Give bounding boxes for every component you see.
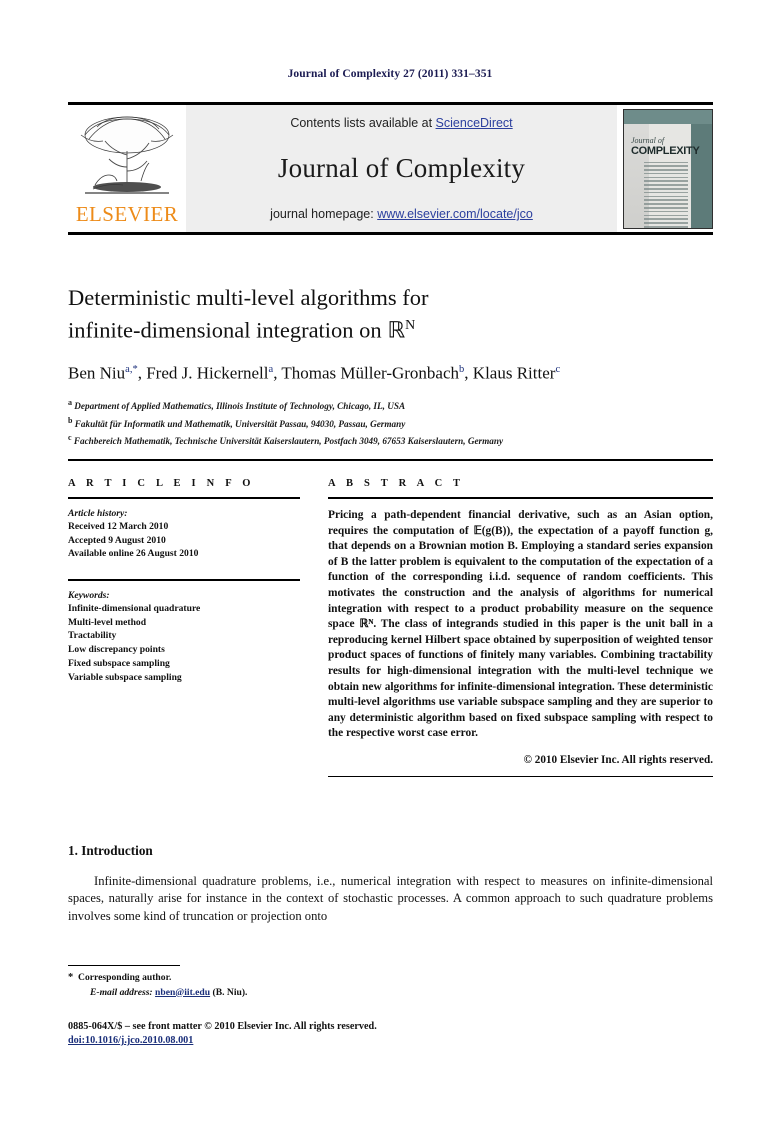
article-history-received: Received 12 March 2010 bbox=[68, 521, 169, 532]
cover-top-bar bbox=[624, 109, 712, 124]
article-info-heading: A R T I C L E I N F O bbox=[68, 478, 255, 489]
keyword-item: Low discrepancy points bbox=[68, 644, 165, 656]
masthead-body: ELSEVIER Contents lists available at Sci… bbox=[68, 105, 713, 232]
author-affil-marker: a,* bbox=[125, 363, 138, 375]
cover-right-panel bbox=[690, 109, 712, 228]
affiliation-text: Department of Applied Mathematics, Illin… bbox=[74, 401, 406, 412]
sciencedirect-link[interactable]: ScienceDirect bbox=[436, 116, 513, 130]
author-name: Klaus Ritter bbox=[472, 363, 556, 383]
cover-text-lines bbox=[644, 161, 688, 228]
keyword-item: Fixed subspace sampling bbox=[68, 657, 170, 669]
author-affil-marker: c bbox=[555, 363, 561, 375]
abstract-rule bbox=[328, 497, 713, 499]
info-section-top-rule bbox=[68, 459, 713, 461]
article-history-accepted: Accepted 9 August 2010 bbox=[68, 534, 166, 546]
info-abstract-columns: A R T I C L E I N F O Article history: R… bbox=[68, 478, 713, 777]
author-list: Ben Niua,*, Fred J. Hickernella, Thomas … bbox=[68, 363, 561, 383]
introduction-section: 1. Introduction Infinite-dimensional qua… bbox=[68, 843, 713, 925]
journal-cover-thumbnail: Journal of COMPLEXITY bbox=[623, 108, 713, 229]
footnote-rule bbox=[68, 965, 180, 966]
abstract-text: Pricing a path-dependent financial deriv… bbox=[328, 509, 713, 740]
email-note: E-mail address: nben@iit.edu (B. Niu). bbox=[68, 986, 713, 1001]
contents-lists-line: Contents lists available at ScienceDirec… bbox=[290, 116, 512, 130]
author-name: Ben Niu bbox=[68, 363, 126, 383]
contents-prefix: Contents lists available at bbox=[290, 116, 436, 130]
keywords-rule bbox=[68, 578, 300, 581]
keyword-item: Variable subspace sampling bbox=[68, 671, 182, 683]
affiliation-text: Fakultät für Informatik und Mathematik, … bbox=[74, 418, 406, 429]
issn-copyright-line: 0885-064X/$ – see front matter © 2010 El… bbox=[68, 1021, 377, 1032]
keyword-item: Tractability bbox=[68, 630, 117, 642]
elsevier-logo: ELSEVIER bbox=[68, 105, 186, 232]
cover-line-journal-of: Journal of bbox=[631, 135, 665, 145]
author-affil-marker: a bbox=[268, 363, 274, 375]
keywords-label: Keywords: bbox=[68, 589, 110, 601]
footnote-block: * Corresponding author. E-mail address: … bbox=[68, 971, 713, 1000]
elsevier-wordmark: ELSEVIER bbox=[75, 202, 179, 226]
affiliation-list: a Department of Applied Mathematics, Ill… bbox=[68, 396, 713, 449]
title-block: Deterministic multi-level algorithms for… bbox=[68, 284, 713, 449]
affiliation-marker: a bbox=[68, 398, 72, 408]
title-line-1: Deterministic multi-level algorithms for bbox=[68, 285, 429, 310]
page-title: Deterministic multi-level algorithms for… bbox=[68, 284, 713, 345]
article-history-label: Article history: bbox=[68, 508, 128, 519]
article-history-online: Available online 26 August 2010 bbox=[68, 548, 199, 560]
masthead-bottom-rule bbox=[68, 232, 713, 235]
introduction-paragraph: Infinite-dimensional quadrature problems… bbox=[68, 874, 713, 923]
abstract-bottom-rule bbox=[328, 775, 713, 777]
author-affil-marker: b bbox=[459, 363, 465, 375]
affiliation-item: a Department of Applied Mathematics, Ill… bbox=[68, 396, 713, 414]
copyright-line: © 2010 Elsevier Inc. All rights reserved… bbox=[523, 753, 713, 766]
title-line-2: infinite-dimensional integration on bbox=[68, 317, 382, 343]
affiliation-marker: b bbox=[68, 415, 73, 425]
title-superscript-N: N bbox=[405, 318, 416, 333]
journal-cover-container: Journal of COMPLEXITY bbox=[617, 105, 713, 232]
journal-title: Journal of Complexity bbox=[277, 153, 526, 183]
paper-page: Journal of Complexity 27 (2011) 331–351 bbox=[0, 0, 780, 1134]
journal-masthead: ELSEVIER Contents lists available at Sci… bbox=[68, 102, 713, 235]
introduction-heading: 1. Introduction bbox=[68, 843, 153, 858]
abstract-heading: A B S T R A C T bbox=[328, 478, 465, 489]
elsevier-tree-icon bbox=[80, 116, 174, 194]
asterisk-icon: * bbox=[68, 972, 74, 983]
footer-block: 0885-064X/$ – see front matter © 2010 El… bbox=[68, 1020, 713, 1049]
keyword-item: Multi-level method bbox=[68, 616, 147, 628]
keyword-item: Infinite-dimensional quadrature bbox=[68, 602, 201, 614]
email-label: E-mail address: bbox=[90, 986, 153, 998]
email-suffix: (B. Niu). bbox=[212, 986, 248, 998]
masthead-center: Contents lists available at ScienceDirec… bbox=[186, 105, 617, 232]
author-name: Thomas Müller-Gronbach bbox=[281, 363, 460, 383]
corresponding-author-note: * Corresponding author. bbox=[68, 971, 713, 986]
homepage-prefix: journal homepage: bbox=[270, 207, 378, 221]
doi-link[interactable]: doi:10.1016/j.jco.2010.08.001 bbox=[68, 1035, 193, 1046]
affiliation-text: Fachbereich Mathematik, Technische Unive… bbox=[73, 436, 504, 447]
author-name: Fred J. Hickernell bbox=[146, 363, 269, 383]
journal-homepage-link[interactable]: www.elsevier.com/locate/jco bbox=[377, 207, 533, 221]
affiliation-item: c Fachbereich Mathematik, Technische Uni… bbox=[68, 431, 713, 449]
affiliation-item: b Fakultät für Informatik und Mathematik… bbox=[68, 414, 713, 432]
article-info-column: A R T I C L E I N F O Article history: R… bbox=[68, 478, 300, 777]
affiliation-marker: c bbox=[68, 433, 72, 443]
article-info-rule bbox=[68, 497, 300, 499]
abstract-column: A B S T R A C T Pricing a path-dependent… bbox=[328, 478, 713, 777]
cover-line-complexity: COMPLEXITY bbox=[631, 144, 700, 157]
corresponding-author-text: Corresponding author. bbox=[78, 972, 172, 983]
running-head: Journal of Complexity 27 (2011) 331–351 bbox=[287, 68, 493, 80]
title-symbol-reals: ℝ bbox=[387, 317, 406, 343]
email-link[interactable]: nben@iit.edu bbox=[155, 987, 210, 998]
journal-homepage-line: journal homepage: www.elsevier.com/locat… bbox=[270, 207, 533, 221]
